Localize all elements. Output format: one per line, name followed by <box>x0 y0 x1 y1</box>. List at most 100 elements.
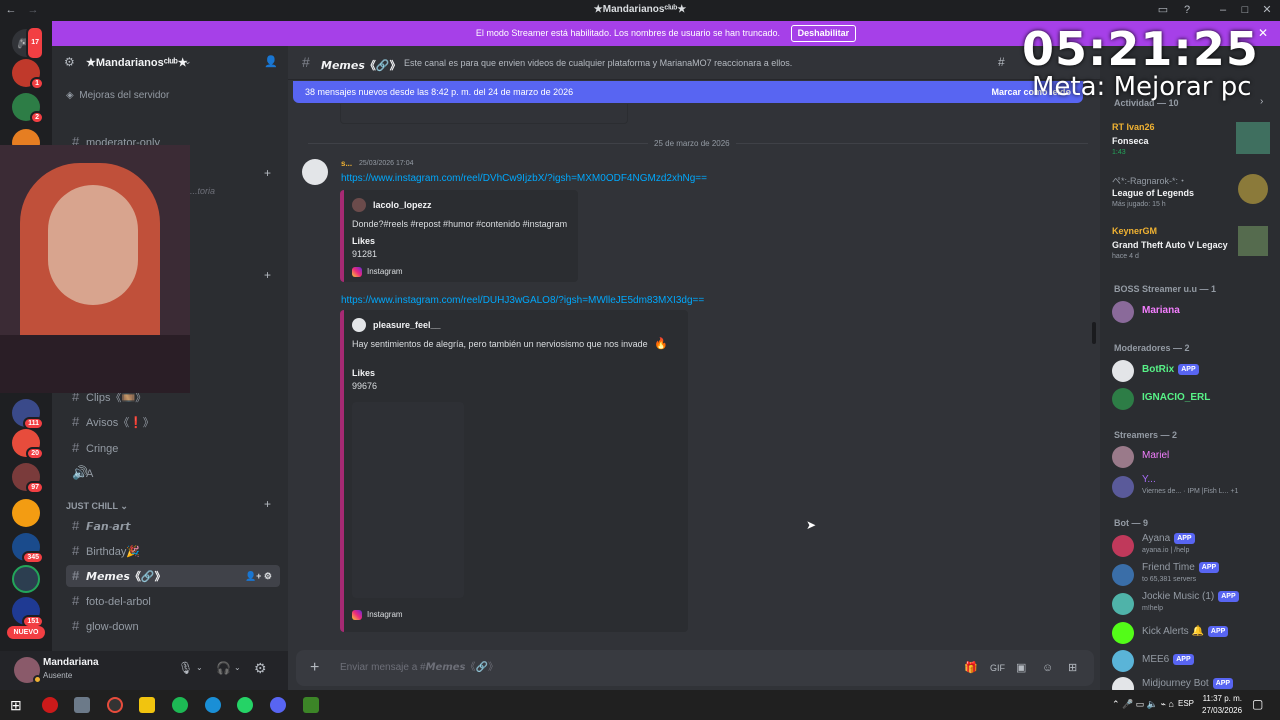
invite-people-icon[interactable]: 👤 <box>264 55 278 68</box>
discord-icon[interactable] <box>270 697 286 713</box>
server-icon[interactable] <box>12 565 40 593</box>
sticker-icon[interactable]: ▣ <box>1016 650 1026 686</box>
activity-card[interactable]: ぺ*:-Ragnarok-*:・ League of Legends Más j… <box>1108 174 1274 222</box>
server-badge: 20 <box>26 447 44 460</box>
server-icon[interactable]: 1 <box>12 59 44 90</box>
add-channel-icon[interactable]: + <box>264 268 271 282</box>
notification-icon[interactable]: ▢ <box>1252 697 1263 711</box>
server-icon[interactable]: 111 <box>12 399 44 430</box>
avatar <box>1112 593 1134 615</box>
clock-date[interactable]: 27/03/2026 <box>1202 706 1242 715</box>
obs-icon[interactable] <box>107 697 123 713</box>
channel-birthday[interactable]: # Birthday🎉 <box>66 540 280 562</box>
message-link[interactable]: https://www.instagram.com/reel/DVhCw9Ijz… <box>341 173 707 184</box>
folder-icon[interactable] <box>139 697 155 713</box>
server-icon[interactable]: 345 <box>12 533 44 564</box>
user-settings-icon[interactable]: ⚙ <box>254 660 267 677</box>
avatar <box>1112 622 1134 644</box>
chevron-right-icon[interactable]: › <box>1260 96 1263 107</box>
avatar[interactable] <box>302 159 328 185</box>
chevron-down-icon[interactable]: ⌄ <box>196 663 203 672</box>
clock-time[interactable]: 11:37 p. m. <box>1202 694 1242 703</box>
threads-icon[interactable]: # <box>998 55 1005 69</box>
gift-icon[interactable]: 🎁 <box>964 650 978 686</box>
stream-goal: Meta: Mejorar pc <box>1032 72 1252 102</box>
add-channel-icon[interactable]: + <box>264 166 271 180</box>
channel-cringe[interactable]: # Cringe <box>66 437 280 459</box>
gif-icon[interactable]: GIF <box>990 650 1005 686</box>
message-author[interactable]: s... <box>341 159 352 168</box>
server-boost-link[interactable]: ◈ Mejoras del servidor <box>66 90 169 101</box>
member-item[interactable]: Jockie Music (1) APP m!help <box>1112 590 1272 616</box>
channel-fan-art[interactable]: # 𝙁𝙖𝙣-𝙖𝙧𝙩 <box>66 515 280 537</box>
close-window-icon[interactable]: ✕ <box>1260 3 1274 17</box>
emoji-icon[interactable]: ☺ <box>1042 650 1053 686</box>
category-just-chill[interactable]: JUST CHILL ⌄ <box>66 501 128 512</box>
server-icon[interactable]: 20 <box>12 429 44 460</box>
apps-icon[interactable]: ⊞ <box>1068 650 1077 686</box>
spotify-icon[interactable] <box>172 697 188 713</box>
member-item[interactable]: MEE6 APP <box>1112 647 1272 673</box>
chevron-down-icon[interactable]: ⌄ <box>184 56 192 67</box>
windows-start-icon[interactable]: ⊞ <box>10 697 22 714</box>
idle-status-icon <box>33 675 42 684</box>
add-channel-icon[interactable]: + <box>264 497 271 511</box>
new-messages-bar[interactable]: 38 mensajes nuevos desde las 8:42 p. m. … <box>293 81 1083 103</box>
maximize-icon[interactable]: □ <box>1238 3 1252 17</box>
video-thumbnail[interactable] <box>352 402 464 598</box>
chevron-down-icon[interactable]: ⌄ <box>234 663 241 672</box>
voice-channel-a[interactable]: 🔊A <box>66 462 280 484</box>
disable-streamer-button[interactable]: Deshabilitar <box>790 25 857 42</box>
channel-foto-del-arbol[interactable]: # foto-del-arbol <box>66 590 280 612</box>
instagram-icon <box>352 610 362 620</box>
server-icon[interactable]: 2 <box>12 93 44 124</box>
activity-card[interactable]: KeynerGM Grand Theft Auto V Legacy hace … <box>1108 226 1274 274</box>
channel-glow-down[interactable]: # glow-down <box>66 615 280 637</box>
channel-settings-icon[interactable]: 👤+ ⚙ <box>245 565 272 587</box>
channel-avisos[interactable]: # Avisos《❗》 <box>66 411 280 433</box>
server-icon[interactable]: 151 <box>12 597 44 628</box>
system-tray-icons[interactable]: ⌃ 🎤 ▭ 🔈 ⌁ ⌂ <box>1112 699 1174 710</box>
embed-author[interactable]: pleasure_feel__ <box>373 320 441 330</box>
member-item[interactable]: Mariel <box>1112 443 1272 469</box>
embed-footer: Instagram <box>352 267 403 277</box>
minimize-icon[interactable]: – <box>1216 3 1230 17</box>
scrollbar-thumb[interactable] <box>1092 322 1096 344</box>
embed-author[interactable]: lacolo_lopezz <box>373 200 432 210</box>
member-item[interactable]: Mariana <box>1112 298 1272 324</box>
member-item[interactable]: Friend Time APP to 65,381 servers <box>1112 561 1272 587</box>
member-item[interactable]: IGNACIO_ERL <box>1112 385 1272 411</box>
member-item[interactable]: Y... Viernes de... · IPM |Fish L... +1 <box>1112 473 1272 499</box>
close-banner-icon[interactable]: ✕ <box>1258 21 1268 46</box>
channel-memes[interactable]: # 𝙈𝙚𝙢𝙚𝙨《🔗》 👤+ ⚙ <box>66 565 280 587</box>
member-item[interactable]: Kick Alerts 🔔 APP <box>1112 619 1272 645</box>
new-unreads-pill[interactable]: NUEVO <box>7 626 45 639</box>
instagram-icon <box>352 267 362 277</box>
member-item[interactable]: BotRix APP <box>1112 357 1272 383</box>
inbox-icon[interactable]: ▭ <box>1156 3 1170 17</box>
member-item[interactable]: Ayana APP ayana.io | /help <box>1112 532 1272 558</box>
message-composer[interactable]: + Enviar mensaje a #𝙈𝙚𝙢𝙚𝙨《🔗》 🎁 GIF ▣ ☺ ⊞ <box>296 650 1094 686</box>
help-icon[interactable]: ? <box>1180 3 1194 17</box>
direct-messages-icon[interactable]: 🎮17 <box>12 26 44 60</box>
language-indicator[interactable]: ESP <box>1178 699 1194 708</box>
headphones-icon[interactable]: 🎧 <box>216 661 231 675</box>
message-link[interactable]: https://www.instagram.com/reel/DUHJ3wGAL… <box>341 295 704 306</box>
activity-sub: hace 4 d <box>1112 253 1139 260</box>
add-attachment-icon[interactable]: + <box>310 650 319 686</box>
avatar <box>352 198 366 212</box>
whatsapp-icon[interactable] <box>237 697 253 713</box>
server-icon[interactable]: 97 <box>12 463 44 494</box>
microphone-icon[interactable]: 🎙 <box>178 661 193 675</box>
server-name[interactable]: ★Mandarianosᶜˡᵘᵇ★ <box>86 56 188 69</box>
file-manager-icon[interactable] <box>74 697 90 713</box>
channel-topic[interactable]: Este canal es para que envien videos de … <box>404 58 792 68</box>
member-name-text: MEE6 <box>1142 654 1170 665</box>
member-item[interactable]: Midjourney Bot APP <box>1112 674 1272 690</box>
embed-field-name: Likes <box>352 368 376 378</box>
opera-icon[interactable] <box>42 697 58 713</box>
activity-card[interactable]: RT Ivan26 Fonseca 1:43 <box>1108 122 1274 170</box>
minecraft-icon[interactable] <box>303 697 319 713</box>
server-icon[interactable] <box>12 499 40 527</box>
edge-icon[interactable] <box>205 697 221 713</box>
